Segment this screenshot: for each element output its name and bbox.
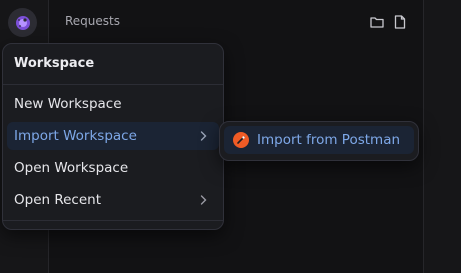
menu-item-label: Open Workspace <box>14 160 129 176</box>
menu-item-import-workspace[interactable]: Import Workspace <box>7 122 219 150</box>
menu-item-open-recent[interactable]: Open Recent <box>7 186 219 214</box>
menu-item-label: Import from Postman <box>257 132 401 148</box>
chevron-right-icon <box>197 130 209 142</box>
workspace-menu: Workspace New Workspace Import Workspace… <box>2 43 224 230</box>
menu-item-label: Import Workspace <box>14 128 137 144</box>
app-logo-icon[interactable] <box>8 8 37 37</box>
menu-divider <box>3 84 223 85</box>
import-submenu: Import from Postman <box>219 121 419 161</box>
right-panel <box>423 0 461 273</box>
menu-title: Workspace <box>14 56 95 71</box>
menu-divider <box>3 220 223 221</box>
panel-title: Requests <box>65 14 120 28</box>
menu-item-label: Open Recent <box>14 192 102 208</box>
file-icon[interactable] <box>392 14 408 30</box>
chevron-right-icon <box>197 194 209 206</box>
folder-icon[interactable] <box>369 14 385 30</box>
menu-item-new-workspace[interactable]: New Workspace <box>7 90 219 118</box>
menu-item-open-workspace[interactable]: Open Workspace <box>7 154 219 182</box>
postman-icon <box>233 132 249 148</box>
menu-item-label: New Workspace <box>14 96 122 112</box>
menu-item-import-from-postman[interactable]: Import from Postman <box>224 126 414 154</box>
